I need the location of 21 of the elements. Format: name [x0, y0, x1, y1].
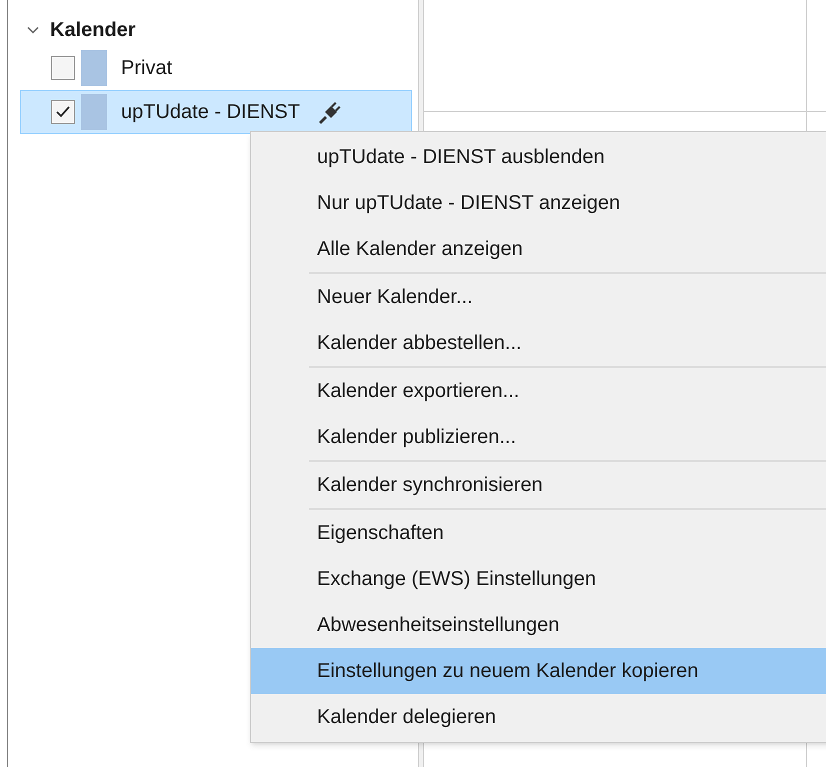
calendar-item[interactable]: Privat — [20, 46, 412, 90]
check-icon — [56, 106, 70, 118]
menu-item[interactable]: Kalender exportieren... — [251, 368, 826, 414]
menu-item[interactable]: Abwesenheitseinstellungen — [251, 602, 826, 648]
calendar-item[interactable]: upTUdate - DIENST — [20, 90, 412, 134]
checkbox[interactable] — [51, 100, 75, 124]
menu-item[interactable]: upTUdate - DIENST ausblenden — [251, 134, 826, 180]
section-title: Kalender — [50, 18, 136, 43]
menu-item[interactable]: Kalender synchronisieren — [251, 462, 826, 508]
calendar-name: upTUdate - DIENST — [121, 100, 300, 125]
menu-item[interactable]: Neuer Kalender... — [251, 274, 826, 320]
menu-item[interactable]: Kalender publizieren... — [251, 414, 826, 460]
menu-item[interactable]: Einstellungen zu neuem Kalender kopieren — [251, 648, 826, 694]
menu-item[interactable]: Alle Kalender anzeigen — [251, 226, 826, 272]
menu-item[interactable]: Eigenschaften — [251, 510, 826, 556]
menu-item[interactable]: Kalender delegieren — [251, 694, 826, 740]
menu-item[interactable]: Exchange (EWS) Einstellungen — [251, 556, 826, 602]
checkbox[interactable] — [51, 56, 75, 80]
menu-item[interactable]: Kalender abbestellen... — [251, 320, 826, 366]
menu-item[interactable]: Nur upTUdate - DIENST anzeigen — [251, 180, 826, 226]
calendar-name: Privat — [121, 56, 172, 81]
